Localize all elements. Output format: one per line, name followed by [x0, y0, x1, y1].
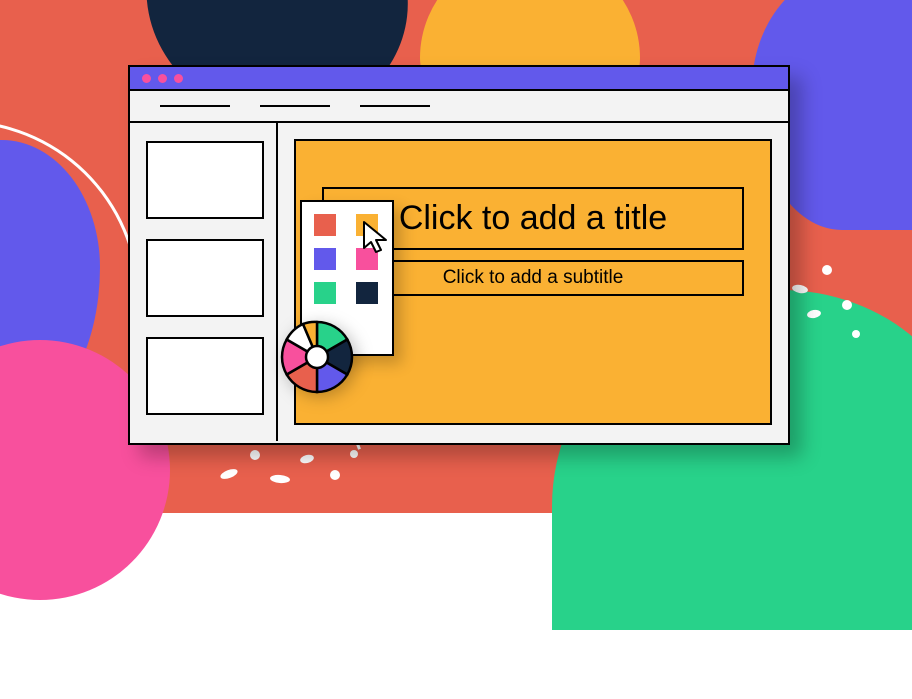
color-swatch[interactable]	[314, 214, 336, 236]
window-control-icon[interactable]	[142, 74, 151, 83]
menu-item[interactable]	[160, 105, 230, 107]
window-titlebar	[130, 67, 788, 91]
color-wheel-icon[interactable]	[280, 320, 354, 394]
menu-item[interactable]	[360, 105, 430, 107]
color-swatch[interactable]	[356, 282, 378, 304]
app-window: Click to add a title Click to add a subt…	[128, 65, 790, 445]
color-swatch[interactable]	[356, 214, 378, 236]
window-control-icon[interactable]	[174, 74, 183, 83]
color-swatch[interactable]	[356, 248, 378, 270]
menu-bar	[130, 91, 788, 123]
bg-dots	[220, 440, 360, 500]
slide-thumbnails-panel	[130, 123, 278, 441]
window-control-icon[interactable]	[158, 74, 167, 83]
slide-thumbnail[interactable]	[146, 239, 264, 317]
color-swatch[interactable]	[314, 282, 336, 304]
menu-item[interactable]	[260, 105, 330, 107]
color-swatch[interactable]	[314, 248, 336, 270]
slide-thumbnail[interactable]	[146, 337, 264, 415]
slide-thumbnail[interactable]	[146, 141, 264, 219]
